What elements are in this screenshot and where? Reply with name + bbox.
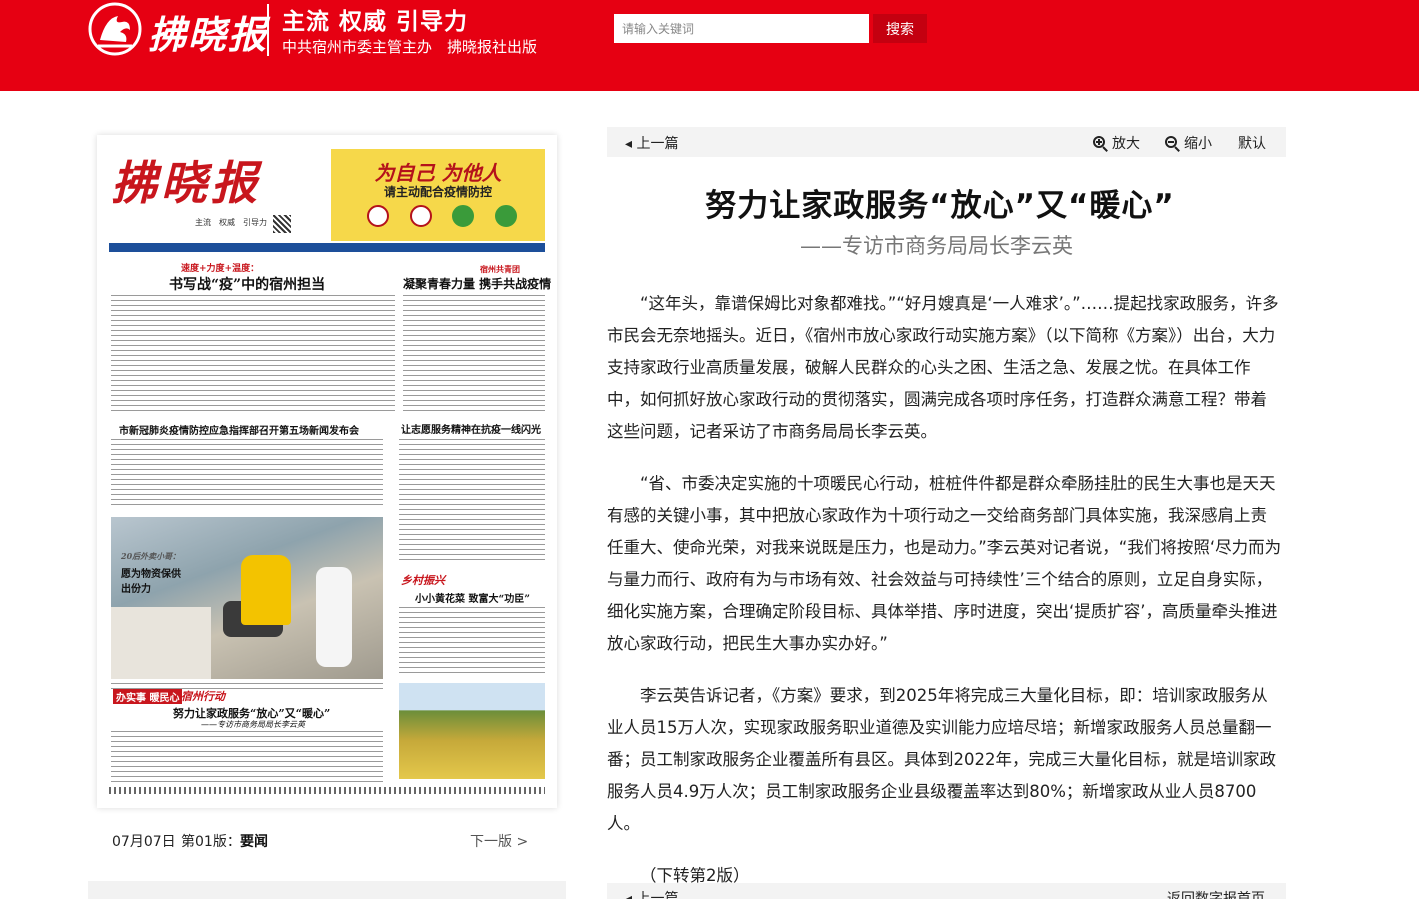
article-bottom-nav: ◂ 上一篇 返回数字报首页 [607, 883, 1286, 899]
news-headline[interactable]: 小小黄花菜 致富大“功臣” [415, 590, 530, 605]
news-photo-daylily-field[interactable] [399, 683, 545, 779]
article-paragraph: 李云英告诉记者，《方案》要求，到2025年将完成三大量化目标，即：培训家政服务从… [607, 686, 1276, 833]
news-text-block[interactable] [111, 439, 383, 509]
search-input[interactable] [614, 14, 869, 43]
rural-revitalization-tag: 乡村振兴 [401, 574, 445, 587]
search-button[interactable]: 搜索 [873, 14, 927, 43]
photo-caption-kicker: 20后外卖小哥： [121, 551, 181, 561]
prev-article-link[interactable]: ◂ 上一篇 [625, 133, 678, 153]
edition-section: 要闻 [240, 834, 268, 850]
news-headline[interactable]: 凝聚青春力量 携手共战疫情 [403, 275, 551, 292]
newspaper-date-bar [109, 243, 545, 252]
ad-icons [367, 205, 517, 227]
back-to-home-link[interactable]: 返回数字报首页 [1167, 888, 1265, 899]
news-headline[interactable]: 市新冠肺炎疫情防控应急指挥部召开第五场新闻发布会 [119, 422, 359, 437]
site-slogan: 主流 权威 引导力 [282, 8, 469, 35]
news-headline[interactable]: 让志愿服务精神在抗疫一线闪光 [401, 421, 541, 436]
news-text-block[interactable] [403, 295, 545, 413]
news-text-block[interactable] [399, 607, 545, 677]
zoom-in-button[interactable]: 放大 [1093, 133, 1140, 153]
article-toolbar: ◂ 上一篇 放大 缩小 默认 [607, 127, 1286, 157]
edition-date: 07月07日 [112, 834, 176, 850]
newspaper-footer-bar [109, 787, 545, 794]
wash-hands-icon [494, 205, 517, 227]
edition-page-number: 第01版： [181, 834, 241, 850]
logo-divider [267, 4, 269, 56]
zoom-default-button[interactable]: 默认 [1238, 133, 1266, 153]
newspaper-masthead-sub: 主流 权威 引导力 [195, 218, 267, 227]
featured-article-subhead[interactable]: ——专访市商务局局长李云英 [201, 719, 305, 730]
photo-caption: 愿为物资保供出份力 [121, 569, 181, 595]
site-header: 拂晓报 主流 权威 引导力 中共宿州市委主管主办 拂晓报社出版 搜索 [0, 0, 1419, 91]
zoom-in-label: 放大 [1112, 136, 1140, 152]
mask-icon [452, 205, 475, 227]
rooster-logo-icon[interactable] [86, 2, 144, 56]
ad-title: 为自己 为他人 [374, 161, 502, 185]
news-kicker[interactable]: 宿州共青团 [480, 264, 520, 275]
zoom-out-label: 缩小 [1184, 136, 1212, 152]
section-tag-script: 宿州行动 [181, 690, 225, 703]
news-photo-delivery-rider[interactable] [111, 517, 383, 679]
zoom-out-button[interactable]: 缩小 [1165, 133, 1212, 153]
newspaper-masthead: 拂晓报 [111, 156, 261, 210]
next-page-link[interactable]: 下一版 > [470, 831, 528, 851]
page-list-panel [88, 881, 566, 899]
news-headline[interactable]: 书写战“疫”中的宿州担当 [169, 274, 325, 294]
zoom-in-icon [1093, 135, 1108, 152]
ad-subtitle: 请主动配合疫情防控 [383, 185, 492, 199]
zoom-out-icon [1165, 135, 1180, 152]
news-text-block[interactable] [111, 731, 383, 785]
qr-code-icon [273, 215, 291, 233]
article-title: 努力让家政服务“放心”又“暖心” [705, 188, 1175, 224]
no-gathering-icon [367, 205, 389, 227]
section-tag: 办实事 暖民心 [113, 689, 183, 704]
news-text-block[interactable] [399, 439, 545, 561]
news-text-block[interactable] [111, 295, 395, 413]
less-outing-icon [409, 205, 432, 227]
bottom-prev-article-link[interactable]: ◂ 上一篇 [625, 888, 678, 899]
article-subtitle: ——专访市商务局局长李云英 [800, 234, 1073, 258]
newspaper-page-image[interactable]: 拂晓报 主流 权威 引导力 为自己 为他人 请主动配合疫情防控 速度+力度+温度… [97, 135, 557, 808]
news-kicker[interactable]: 速度+力度+温度： [181, 261, 259, 274]
article-body: “这年头，靠谱保姆比对象都难找。”“好月嫂真是‘一人难求’。”……提起找家政服务… [607, 288, 1283, 899]
epidemic-prevention-ad: 为自己 为他人 请主动配合疫情防控 [331, 149, 545, 241]
article-paragraph: “这年头，靠谱保姆比对象都难找。”“好月嫂真是‘一人难求’。”……提起找家政服务… [607, 294, 1279, 441]
article-paragraph: “省、市委决定实施的十项暖民心行动，桩桩件件都是群众牵肠挂肚的民生大事也是天天有… [607, 474, 1282, 653]
site-sub-slogan: 中共宿州市委主管主办 拂晓报社出版 [282, 38, 538, 56]
site-logo-text[interactable]: 拂晓报 [148, 4, 268, 59]
